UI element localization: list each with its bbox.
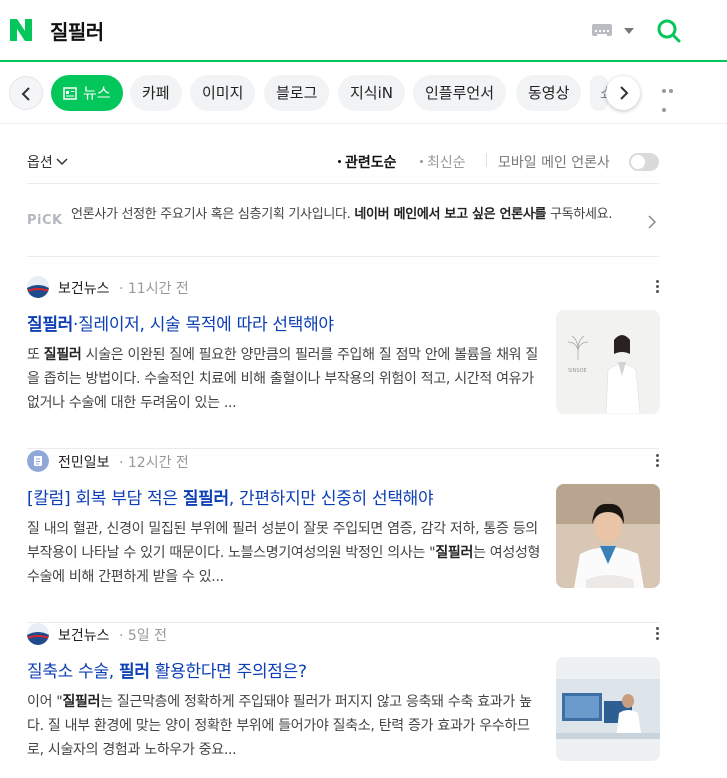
article-time: · 11시간 전 xyxy=(119,281,189,297)
keyboard-icon[interactable] xyxy=(592,24,612,36)
search-query[interactable]: 질필러 xyxy=(50,16,104,45)
article-title[interactable]: [칼럼] 회복 부담 적은 질필러, 간편하지만 신중히 선택해야 xyxy=(27,484,547,509)
press-logo[interactable] xyxy=(27,623,49,645)
article-description[interactable]: 또 질필러 시술은 이완된 질에 필요한 양만큼의 필러를 주입해 질 점막 안… xyxy=(27,343,545,415)
press-logo[interactable] xyxy=(27,450,49,472)
tab-news[interactable]: 뉴스 xyxy=(51,75,123,111)
caret-down-icon[interactable] xyxy=(624,28,634,34)
more-vertical-icon[interactable] xyxy=(656,280,660,296)
news-icon xyxy=(63,77,77,113)
pick-banner[interactable]: PiCK 언론사가 선정한 주요기사 혹은 심층기획 기사입니다. 네이버 메인… xyxy=(27,187,659,257)
article-thumbnail[interactable]: SINSOE xyxy=(556,310,660,414)
pick-description: 언론사가 선정한 주요기사 혹은 심층기획 기사입니다. 네이버 메인에서 보고… xyxy=(71,207,613,222)
article-time: · 12시간 전 xyxy=(119,455,189,471)
sort-relevance-label: 관련도순 xyxy=(345,155,397,171)
press-logo[interactable] xyxy=(27,276,49,298)
divider xyxy=(486,153,487,167)
article-time: · 5일 전 xyxy=(119,628,168,644)
tab-cafe[interactable]: 카페 xyxy=(130,75,182,111)
tab-kin[interactable]: 지식iN xyxy=(338,75,405,111)
options-bar: 옵션 관련도순 최신순 모바일 메인 언론사 xyxy=(27,140,659,184)
more-vertical-icon[interactable] xyxy=(656,454,660,470)
article-thumbnail[interactable] xyxy=(556,657,660,761)
tab-blog[interactable]: 블로그 xyxy=(264,75,330,111)
option-label: 옵션 xyxy=(27,155,53,171)
tab-influencer[interactable]: 인플루언서 xyxy=(413,75,507,111)
tab-images[interactable]: 이미지 xyxy=(190,75,256,111)
tab-video[interactable]: 동영상 xyxy=(516,75,582,111)
mobile-main-press-label: 모바일 메인 언론사 xyxy=(498,155,610,171)
svg-text:SINSOE: SINSOE xyxy=(568,368,587,374)
article-title[interactable]: 질필러·질레이저, 시술 목적에 따라 선택해야 xyxy=(27,310,547,335)
news-item: 보건뉴스 · 11시간 전 질필러·질레이저, 시술 목적에 따라 선택해야 또… xyxy=(27,275,660,449)
search-icon[interactable] xyxy=(656,18,682,44)
article-title[interactable]: 질축소 수술, 필러 활용한다면 주의점은? xyxy=(27,657,547,682)
tabs-next-button[interactable] xyxy=(606,76,640,110)
tabs-prev-button[interactable] xyxy=(9,76,43,110)
naver-logo[interactable] xyxy=(8,17,34,43)
more-horizontal-icon[interactable] xyxy=(662,89,682,112)
more-vertical-icon[interactable] xyxy=(656,627,660,643)
article-description[interactable]: 이어 "질필러는 질근막층에 정확하게 주입돼야 필러가 퍼지지 않고 응축돼 … xyxy=(27,690,545,762)
news-item: 보건뉴스 · 5일 전 질축소 수술, 필러 활용한다면 주의점은? 이어 "질… xyxy=(27,622,660,778)
mobile-main-press-toggle[interactable] xyxy=(629,153,659,171)
article-thumbnail[interactable] xyxy=(556,484,660,588)
news-item: 전민일보 · 12시간 전 [칼럼] 회복 부담 적은 질필러, 간편하지만 신… xyxy=(27,449,660,623)
sort-relevance[interactable]: 관련도순 xyxy=(338,152,397,172)
option-button[interactable]: 옵션 xyxy=(27,152,68,172)
press-name[interactable]: 전민일보 xyxy=(58,452,110,472)
sort-latest[interactable]: 최신순 xyxy=(420,152,466,172)
vertical-tabs: 뉴스 카페 이미지 블로그 지식iN 인플루언서 동영상 쇼 xyxy=(0,64,727,124)
sort-latest-label: 최신순 xyxy=(427,155,466,171)
press-name[interactable]: 보건뉴스 xyxy=(58,625,110,645)
chevron-down-icon xyxy=(56,158,68,166)
pick-logo: PiCK xyxy=(27,213,63,228)
article-description[interactable]: 질 내의 혈관, 신경이 밀집된 부위에 필러 성분이 잘못 주입되면 염증, … xyxy=(27,517,545,589)
press-name[interactable]: 보건뉴스 xyxy=(58,278,110,298)
chevron-right-icon xyxy=(648,215,656,229)
tab-news-label: 뉴스 xyxy=(83,84,111,102)
search-header: 질필러 xyxy=(0,0,727,62)
